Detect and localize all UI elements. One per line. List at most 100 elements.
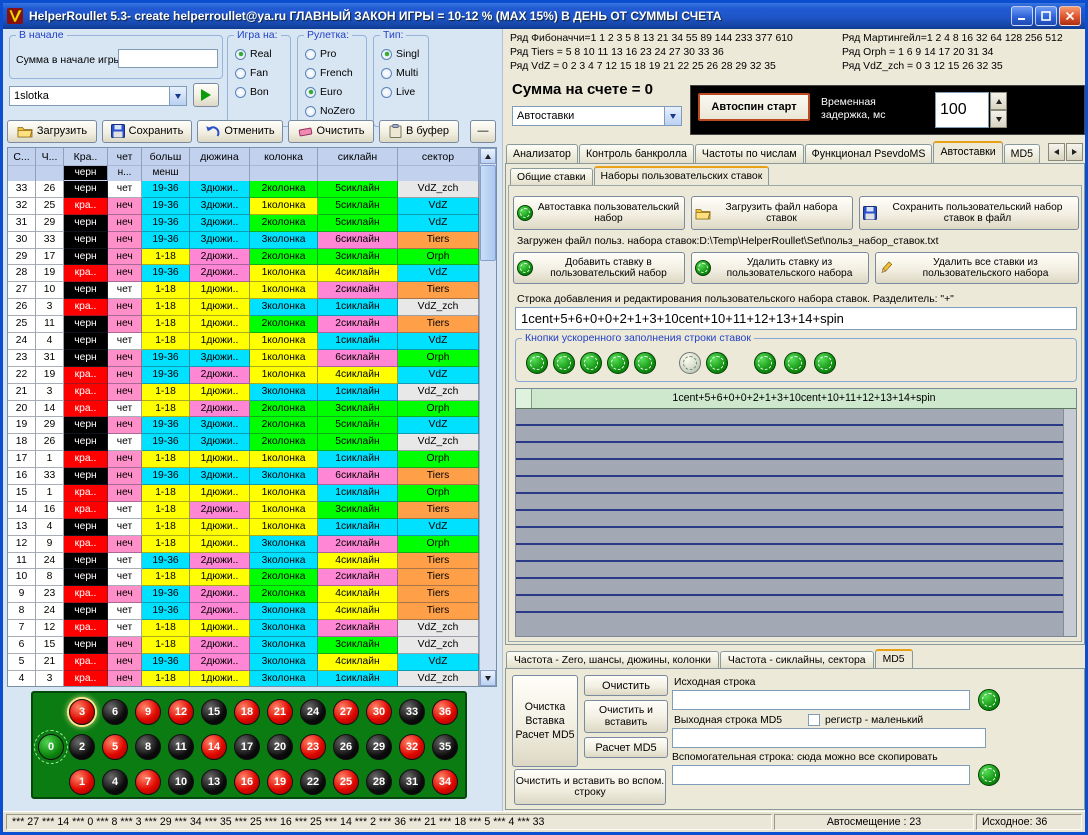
- game-option-real[interactable]: Real: [235, 47, 290, 61]
- chip-button-4[interactable]: [607, 352, 629, 374]
- table-row[interactable]: 108чернчет1-181дюжи..2колонка2сиклайнTie…: [8, 569, 496, 586]
- table-row[interactable]: 134чернчет1-181дюжи..1колонка1сиклайнVdZ: [8, 519, 496, 536]
- table-row[interactable]: 3225кра..неч19-363дюжи..1колонка5сиклайн…: [8, 198, 496, 215]
- psevdoms-tab[interactable]: Функционал PsevdoMS: [805, 144, 933, 163]
- output-string-input[interactable]: [672, 728, 986, 748]
- chip-button-1[interactable]: [526, 352, 548, 374]
- board-number-36[interactable]: 36: [432, 699, 458, 725]
- board-number-11[interactable]: 11: [168, 734, 194, 760]
- md5-bottom-tab[interactable]: MD5: [875, 649, 913, 668]
- board-number-32[interactable]: 32: [399, 734, 425, 760]
- roulette-option-euro[interactable]: Euro: [305, 85, 366, 99]
- table-row[interactable]: 1826чернчет19-363дюжи..2колонка5сиклайнV…: [8, 434, 496, 451]
- list-row[interactable]: [516, 443, 1076, 460]
- table-row[interactable]: 129кра..неч1-181дюжи..3колонка2сиклайнOr…: [8, 536, 496, 553]
- maximize-button[interactable]: [1035, 6, 1057, 26]
- add-bet-button[interactable]: Добавить ставку в пользовательский набор: [513, 252, 685, 284]
- md5-tab[interactable]: MD5: [1004, 144, 1040, 163]
- board-number-26[interactable]: 26: [333, 734, 359, 760]
- board-number-5[interactable]: 5: [102, 734, 128, 760]
- to-buffer-button[interactable]: В буфер: [379, 120, 459, 143]
- autobets-tab[interactable]: Автоставки: [933, 141, 1002, 163]
- board-number-13[interactable]: 13: [201, 769, 227, 795]
- bet-string-input[interactable]: [515, 307, 1077, 330]
- board-number-33[interactable]: 33: [399, 699, 425, 725]
- roulette-option-nozero[interactable]: NoZero: [305, 104, 366, 118]
- table-row[interactable]: 1124чернчет19-362дюжи..3колонка4сиклайнT…: [8, 553, 496, 570]
- board-number-7[interactable]: 7: [135, 769, 161, 795]
- chip-button-7[interactable]: [706, 352, 728, 374]
- column-header-4[interactable]: большменш: [142, 148, 190, 181]
- board-number-31[interactable]: 31: [399, 769, 425, 795]
- list-row[interactable]: [516, 477, 1076, 494]
- roulette-option-pro[interactable]: Pro: [305, 47, 366, 61]
- table-row[interactable]: 923кра..неч19-362дюжи..2колонка4сиклайнT…: [8, 586, 496, 603]
- table-row[interactable]: 2710чернчет1-181дюжи..1колонка2сиклайнTi…: [8, 282, 496, 299]
- game-option-bon[interactable]: Bon: [235, 85, 290, 99]
- column-header-2[interactable]: Кра..черн: [64, 148, 108, 181]
- table-row[interactable]: 2219кра..неч19-362дюжи..1колонка4сиклайн…: [8, 367, 496, 384]
- board-number-15[interactable]: 15: [201, 699, 227, 725]
- clear-paste-helper-button[interactable]: Очистить и вставить во вспом. строку: [514, 769, 666, 805]
- table-row[interactable]: 615черннеч1-182дюжи..3колонка3сиклайнVdZ…: [8, 637, 496, 654]
- list-row[interactable]: [516, 528, 1076, 545]
- chip-button-3[interactable]: [580, 352, 602, 374]
- board-number-29[interactable]: 29: [366, 734, 392, 760]
- board-number-19[interactable]: 19: [267, 769, 293, 795]
- undo-button[interactable]: Отменить: [197, 120, 283, 143]
- chip-button-5[interactable]: [634, 352, 656, 374]
- board-number-30[interactable]: 30: [366, 699, 392, 725]
- slot-select[interactable]: 1slotka: [9, 86, 187, 106]
- board-number-2[interactable]: 2: [69, 734, 95, 760]
- clear-source-button[interactable]: Очистить: [584, 675, 668, 696]
- spinner-down-icon[interactable]: [990, 110, 1007, 128]
- delay-spinner[interactable]: [990, 92, 1007, 128]
- table-row[interactable]: 2014кра..чет1-182дюжи..2колонка3сиклайнO…: [8, 401, 496, 418]
- autospin-start-button[interactable]: Автоспин старт: [698, 93, 810, 121]
- list-row[interactable]: [516, 494, 1076, 511]
- column-header-6[interactable]: колонка: [250, 148, 318, 181]
- column-header-0[interactable]: С...: [8, 148, 36, 181]
- column-header-7[interactable]: сиклайн: [318, 148, 398, 181]
- number-frequencies-tab[interactable]: Частоты по числам: [695, 144, 804, 163]
- table-row[interactable]: 1633черннеч19-363дюжи..3колонка6сиклайнT…: [8, 468, 496, 485]
- table-row[interactable]: 2331черннеч19-363дюжи..1колонка6сиклайнO…: [8, 350, 496, 367]
- play-button[interactable]: [193, 83, 219, 107]
- lowercase-checkbox[interactable]: [808, 714, 820, 726]
- table-row[interactable]: 521кра..неч19-362дюжи..3колонка4сиклайнV…: [8, 654, 496, 671]
- collapse-button[interactable]: —: [470, 120, 496, 143]
- list-scroll-strip[interactable]: [1063, 409, 1076, 636]
- board-number-35[interactable]: 35: [432, 734, 458, 760]
- list-row[interactable]: [516, 409, 1076, 426]
- board-number-21[interactable]: 21: [267, 699, 293, 725]
- board-number-27[interactable]: 27: [333, 699, 359, 725]
- chip-button-r1[interactable]: [754, 352, 776, 374]
- table-row[interactable]: 2917черннеч1-182дюжи..2колонка3сиклайнOr…: [8, 249, 496, 266]
- list-row[interactable]: [516, 426, 1076, 443]
- paste-source-button[interactable]: [978, 689, 1000, 711]
- board-number-28[interactable]: 28: [366, 769, 392, 795]
- table-row[interactable]: 2511черннеч1-181дюжи..2колонка2сиклайнTi…: [8, 316, 496, 333]
- table-row[interactable]: 171кра..неч1-181дюжи..1колонка1сиклайнOr…: [8, 451, 496, 468]
- chevron-down-icon[interactable]: [169, 87, 186, 105]
- calc-md5-button[interactable]: Расчет MD5: [584, 737, 668, 758]
- board-number-18[interactable]: 18: [234, 699, 260, 725]
- clear-button[interactable]: Очистить: [288, 120, 374, 143]
- general-bets-subtab[interactable]: Общие ставки: [510, 168, 593, 185]
- table-row[interactable]: 43кра..неч1-181дюжи..3колонка1сиклайнVdZ…: [8, 671, 496, 687]
- table-row[interactable]: 3033черннеч19-363дюжи..3колонка6сиклайнT…: [8, 232, 496, 249]
- board-number-1[interactable]: 1: [69, 769, 95, 795]
- board-number-24[interactable]: 24: [300, 699, 326, 725]
- board-number-16[interactable]: 16: [234, 769, 260, 795]
- column-header-5[interactable]: дюжина: [190, 148, 250, 181]
- minimize-button[interactable]: [1011, 6, 1033, 26]
- board-number-14[interactable]: 14: [201, 734, 227, 760]
- board-number-25[interactable]: 25: [333, 769, 359, 795]
- column-header-3[interactable]: четн...: [108, 148, 142, 181]
- table-row[interactable]: 213кра..неч1-181дюжи..3колонка1сиклайнVd…: [8, 384, 496, 401]
- list-row[interactable]: [516, 545, 1076, 562]
- analyzer-tab[interactable]: Анализатор: [506, 144, 578, 163]
- table-row[interactable]: 712кра..чет1-181дюжи..3колонка2сиклайнVd…: [8, 620, 496, 637]
- type-option-live[interactable]: Live: [381, 85, 428, 99]
- chip-button-r2[interactable]: [784, 352, 806, 374]
